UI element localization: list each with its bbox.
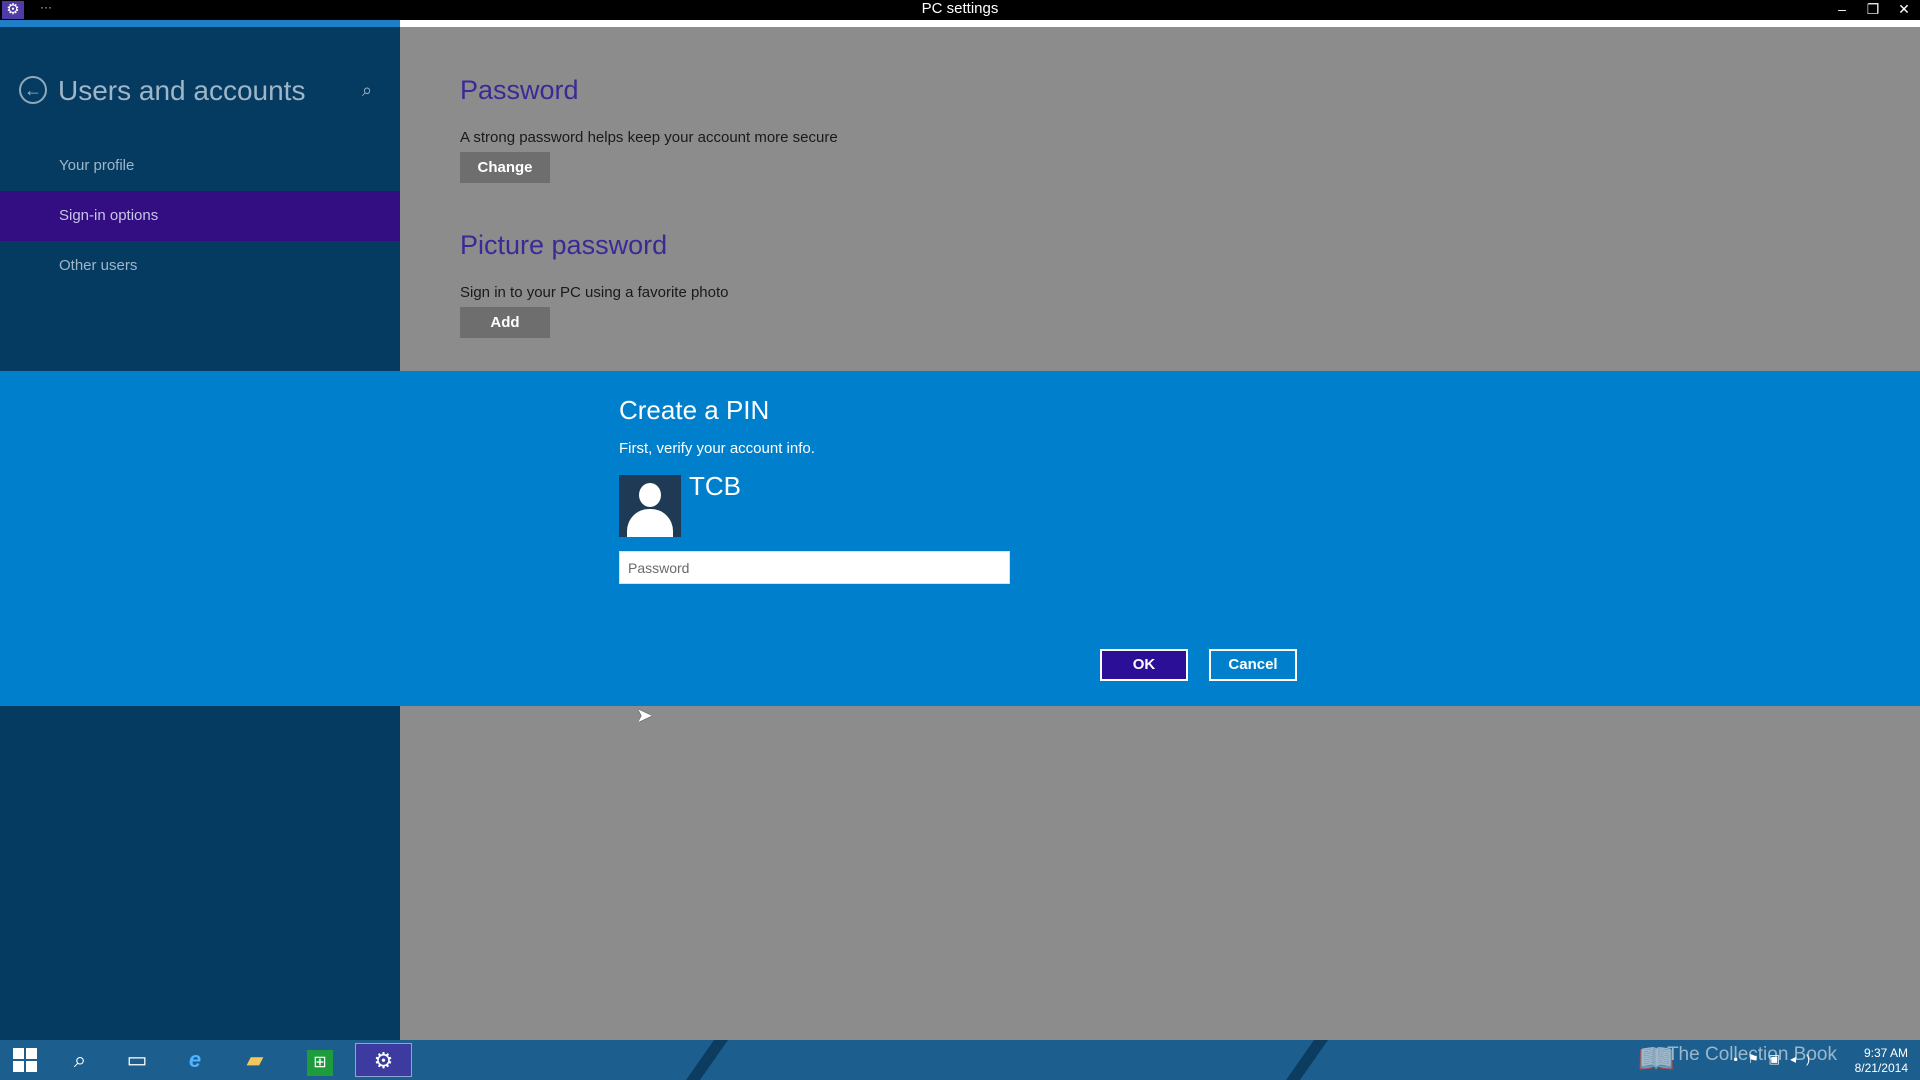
sidebar-title: Users and accounts [58,75,306,106]
task-view-button[interactable]: ▭ [112,1043,162,1077]
sidebar-item-your-profile[interactable]: Your profile [0,141,400,191]
password-section-desc: A strong password helps keep your accoun… [460,129,838,146]
search-button[interactable]: ⌕ [55,1043,105,1077]
sidebar-accent-stripe [0,20,400,27]
clock-time: 9:37 AM [1863,1046,1908,1060]
taskbar-decoration [1278,1040,1336,1080]
gear-icon: ⚙ [373,1048,394,1073]
store-button[interactable]: ⊞ [295,1043,345,1077]
start-button[interactable] [0,1043,50,1077]
add-picture-password-button[interactable]: Add [460,307,550,338]
dialog-subtitle: First, verify your account info. [619,440,815,457]
ie-icon: e [188,1047,202,1072]
password-section-title: Password [460,75,579,105]
back-arrow-icon[interactable]: ← [19,76,47,104]
ok-button[interactable]: OK [1100,649,1188,681]
title-bar: ⚙ ··· PC settings – ❐ ✕ [0,0,1920,20]
close-button[interactable]: ✕ [1890,0,1918,18]
internet-explorer-button[interactable]: e [170,1043,220,1077]
window-title: PC settings [921,0,999,17]
change-password-button[interactable]: Change [460,152,550,183]
store-icon: ⊞ [307,1050,333,1076]
picture-password-section-title: Picture password [460,230,668,260]
folder-icon: ▰ [246,1047,264,1072]
minimize-button[interactable]: – [1828,0,1856,18]
picture-password-section-desc: Sign in to your PC using a favorite phot… [460,284,729,301]
restore-button[interactable]: ❐ [1859,0,1887,18]
mouse-cursor-icon: ➤ [636,705,653,727]
taskbar-decoration [678,1040,736,1080]
create-pin-dialog: Create a PIN First, verify your account … [0,371,1920,706]
cancel-button[interactable]: Cancel [1209,649,1297,681]
clock-date: 8/21/2014 [1854,1061,1908,1075]
dialog-title: Create a PIN [619,395,770,425]
file-explorer-button[interactable]: ▰ [230,1043,280,1077]
content-accent-stripe [400,20,1920,27]
search-icon[interactable]: ⌕ [362,80,372,101]
sidebar-item-other-users[interactable]: Other users [0,241,400,291]
sidebar-item-sign-in-options[interactable]: Sign-in options [0,191,400,241]
password-input[interactable] [619,551,1010,584]
windows-logo-icon [13,1048,37,1072]
system-tray-icons[interactable]: ▪⚑▣◂) [1734,1052,1820,1066]
pc-settings-button[interactable]: ⚙ [355,1043,412,1077]
search-icon: ⌕ [73,1047,87,1072]
task-view-icon: ▭ [126,1047,148,1072]
system-clock[interactable]: 9:37 AM 8/21/2014 [1855,1046,1908,1076]
taskbar: ⌕ ▭ e ▰ ⊞ ⚙ 📖 The Collection Book ▪⚑▣◂) … [0,1040,1920,1080]
user-name: TCB [689,471,741,501]
user-avatar-icon [619,475,681,537]
